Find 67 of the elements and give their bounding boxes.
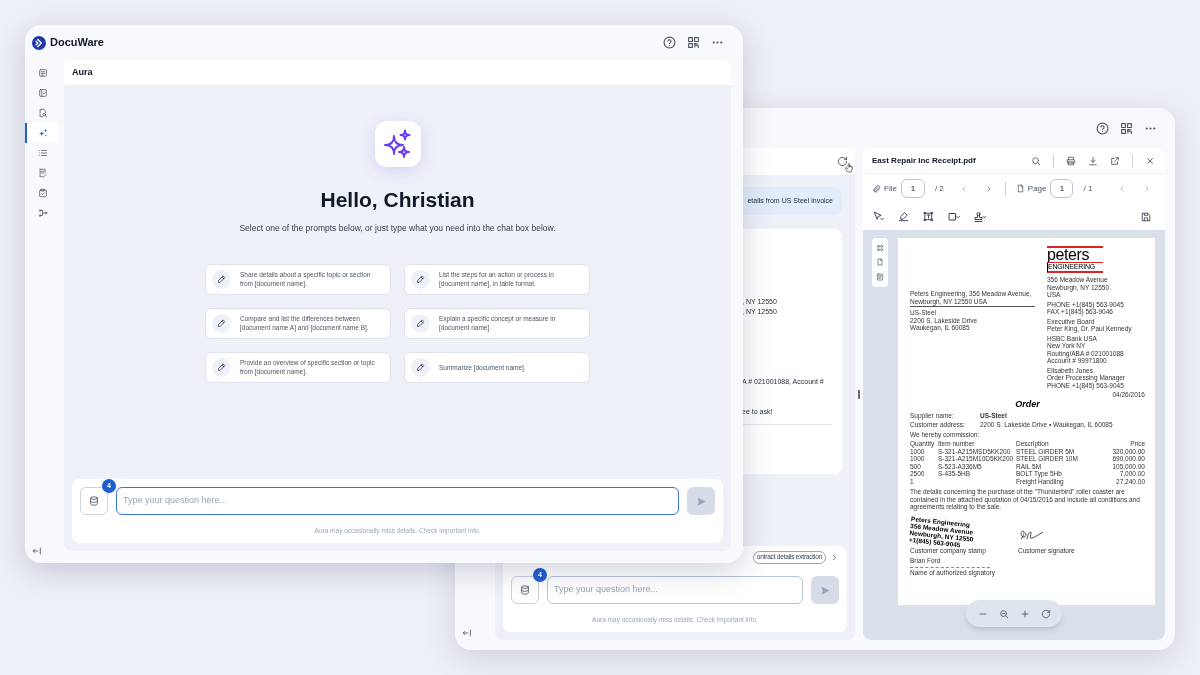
qr-code-icon[interactable] <box>1120 121 1133 135</box>
pencil-icon <box>411 269 430 289</box>
help-icon[interactable] <box>1096 121 1109 135</box>
sources-button[interactable] <box>511 576 539 604</box>
send-button[interactable] <box>687 487 715 515</box>
send-icon <box>695 495 707 507</box>
page-number-field[interactable]: 1 <box>1050 179 1074 198</box>
checklist-panel-icon <box>37 88 48 98</box>
rectangle-tool-icon[interactable] <box>948 210 960 223</box>
sidebar-item[interactable] <box>25 123 58 143</box>
sparkle-icon <box>37 128 48 138</box>
pencil-icon <box>212 313 231 333</box>
database-icon <box>89 496 99 506</box>
chat-input-field[interactable]: Type your question here... <box>116 487 679 515</box>
clipboard-icon <box>37 188 48 198</box>
file-icon[interactable] <box>876 258 884 267</box>
document-title: Order <box>1015 398 1040 409</box>
document-edit-icon <box>37 168 48 178</box>
print-icon[interactable] <box>1066 155 1076 166</box>
file-name: East Repair Inc Receipt.pdf <box>872 154 976 167</box>
chat-input-field[interactable]: Type your question here... <box>547 576 803 604</box>
refresh-icon[interactable] <box>837 156 848 167</box>
page-icon <box>1015 184 1025 193</box>
stamp-icon[interactable] <box>974 210 986 223</box>
workflow-icon <box>37 208 48 218</box>
chevron-right-icon[interactable] <box>830 552 839 562</box>
signature-drawing <box>1018 527 1044 542</box>
subtitle-text: Select one of the prompts below, or just type what you need into the chat box below. <box>239 222 556 235</box>
list-icon <box>37 148 48 158</box>
pencil-icon <box>212 269 231 289</box>
pencil-icon <box>411 313 430 333</box>
send-icon <box>819 584 831 596</box>
download-icon[interactable] <box>1088 155 1098 166</box>
help-icon[interactable] <box>663 36 676 49</box>
document-search-icon <box>37 108 48 118</box>
pencil-icon <box>411 357 430 377</box>
sources-button[interactable] <box>80 487 108 515</box>
select-tool-icon[interactable] <box>873 211 884 222</box>
greeting-heading: Hello, Christian <box>320 187 475 212</box>
pencil-icon <box>212 357 231 377</box>
file-number-field[interactable]: 1 <box>900 179 925 198</box>
text-box-icon[interactable] <box>923 211 934 222</box>
file-total: / 2 <box>934 182 944 195</box>
resize-handle[interactable] <box>858 389 860 399</box>
zoom-out-icon[interactable] <box>998 608 1009 619</box>
save-icon[interactable] <box>1141 211 1151 222</box>
document-card-icon <box>37 68 48 78</box>
collapse-icon[interactable] <box>462 628 472 638</box>
page-total: / 1 <box>1083 182 1093 195</box>
sparkles-icon <box>374 121 421 167</box>
search-icon[interactable] <box>1031 155 1041 166</box>
file-label: File <box>884 182 897 195</box>
app-name: DocuWare <box>50 35 104 51</box>
database-icon <box>520 585 530 595</box>
highlighter-icon[interactable] <box>898 211 909 222</box>
panel-title: Aura <box>72 65 93 79</box>
share-icon[interactable] <box>1110 155 1120 166</box>
page-label: Page <box>1027 182 1047 195</box>
zoom-in-plus-icon[interactable] <box>1019 608 1030 619</box>
rotate-icon[interactable] <box>1040 608 1051 619</box>
document-list-icon[interactable] <box>876 272 884 281</box>
close-icon[interactable] <box>1145 155 1155 166</box>
send-button[interactable] <box>811 576 839 604</box>
app-logo-icon <box>32 35 46 50</box>
qr-code-icon[interactable] <box>687 36 700 49</box>
grid-icon[interactable] <box>876 244 884 253</box>
collapse-icon[interactable] <box>32 546 42 556</box>
